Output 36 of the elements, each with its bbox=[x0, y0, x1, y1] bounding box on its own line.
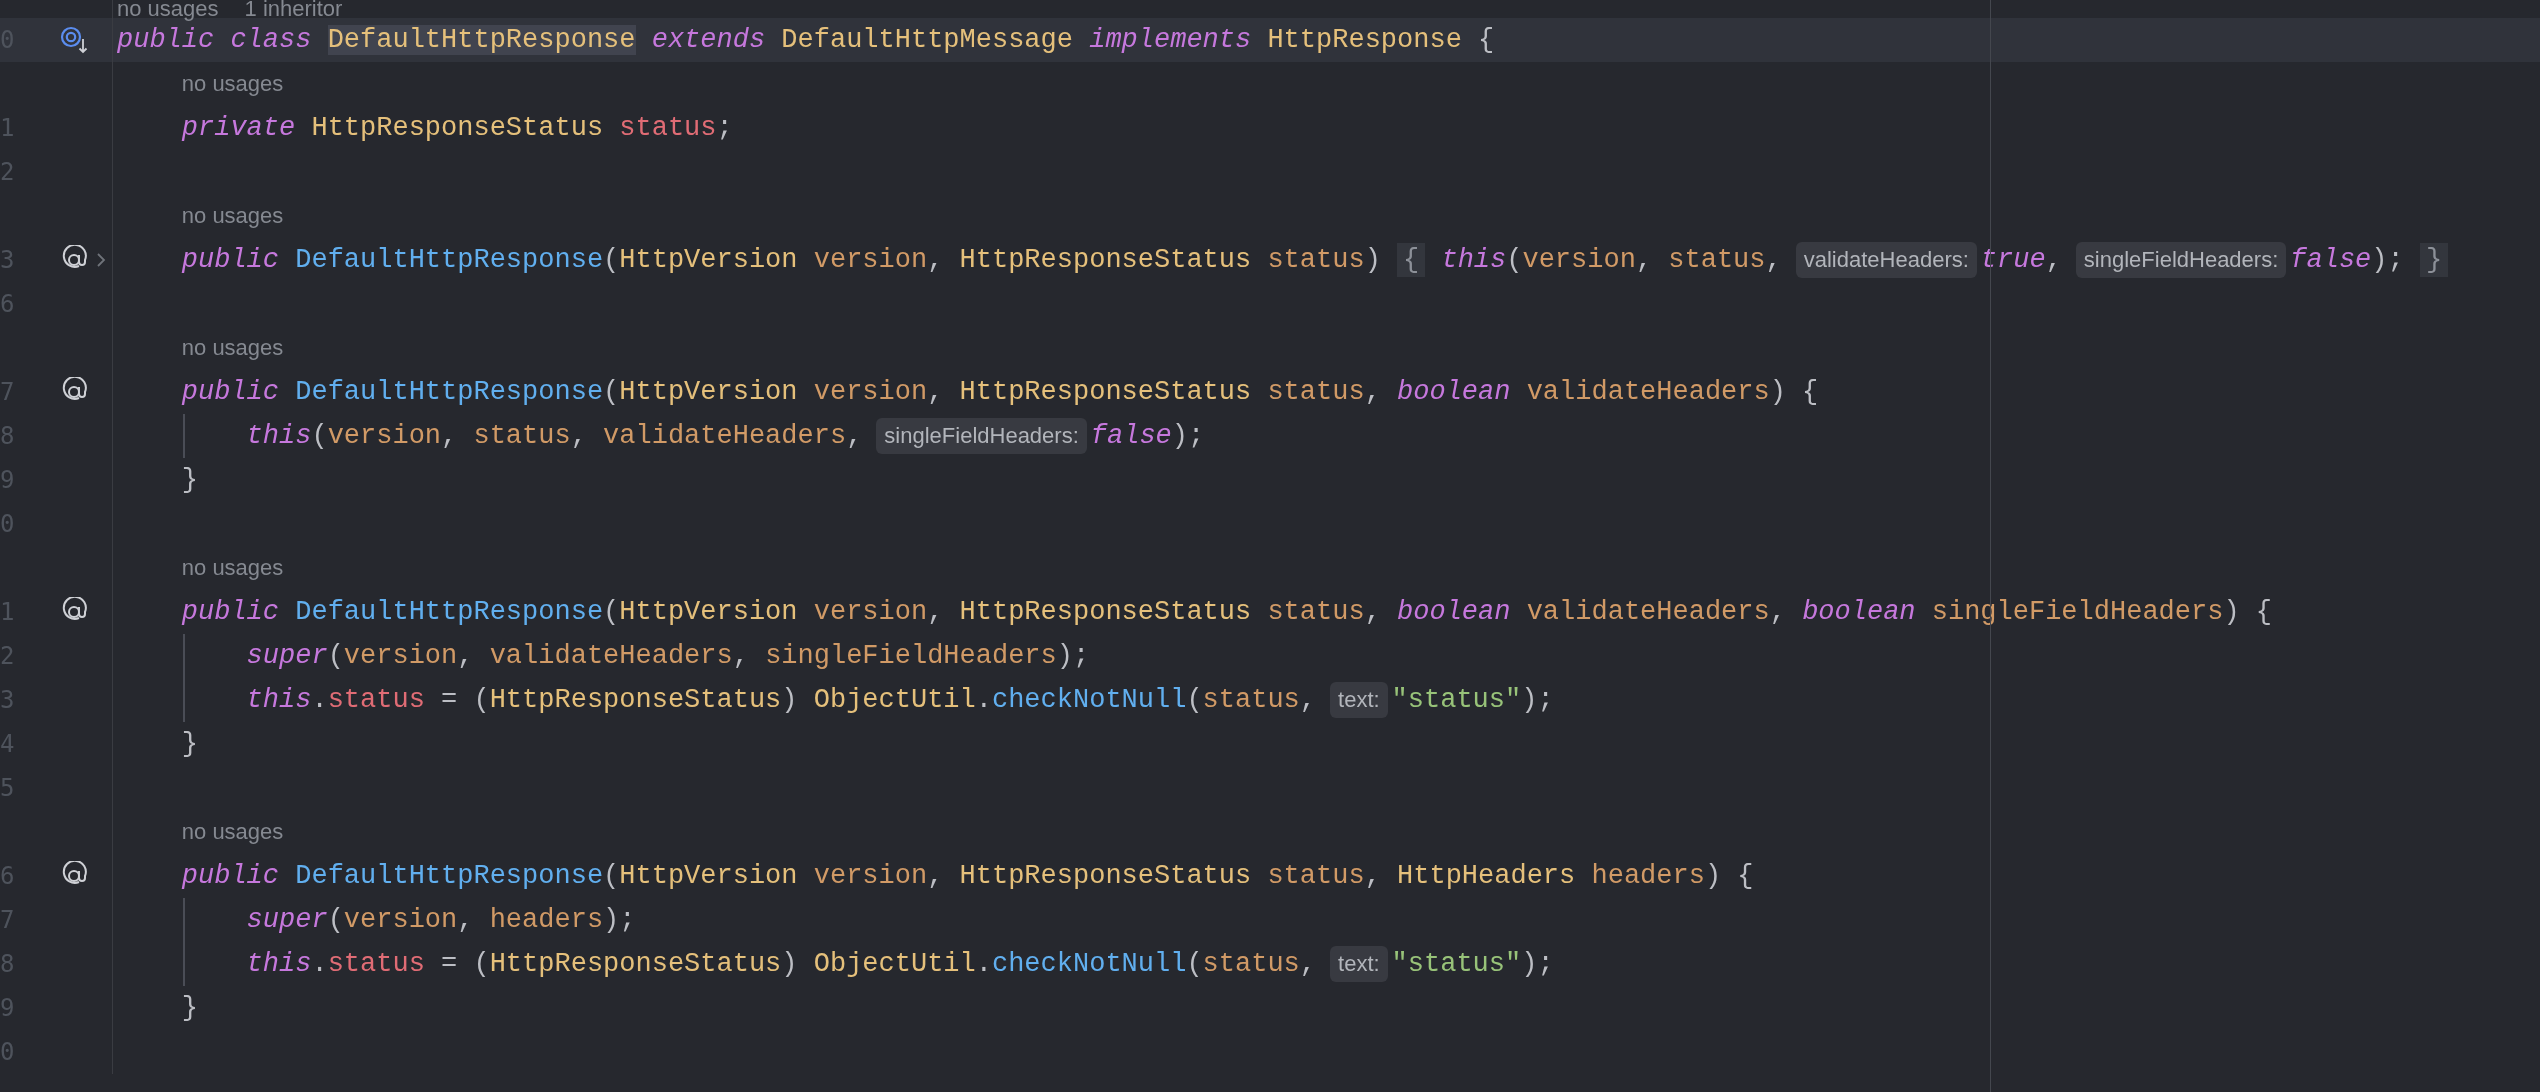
code-text: } bbox=[180, 728, 198, 761]
usage-hint[interactable]: no usages bbox=[181, 73, 284, 95]
code-text: super(version, validateHeaders, singleFieldHeaders); bbox=[245, 640, 1090, 673]
code-text: this(version, status, validateHeaders, bbox=[245, 420, 863, 453]
usage-hint[interactable]: 1 inheritor bbox=[244, 0, 343, 20]
chevron-right-icon[interactable] bbox=[96, 252, 106, 268]
code-text: "status"); bbox=[1391, 948, 1554, 981]
code-text: public DefaultHttpResponse(HttpVersion version, HttpResponseStatus status, boolean validateHeaders, boolean singleFieldHeaders) { bbox=[180, 596, 2272, 629]
code-text: false); bbox=[1090, 420, 1205, 453]
parameter-hint: singleFieldHeaders: bbox=[876, 418, 1087, 454]
code-text: true, bbox=[1980, 244, 2062, 277]
folded-code[interactable]: } bbox=[2419, 243, 2449, 277]
usage-hint[interactable]: no usages bbox=[117, 0, 219, 20]
usage-hint[interactable]: no usages bbox=[181, 205, 284, 227]
parameter-hint: singleFieldHeaders: bbox=[2075, 242, 2287, 278]
code-text: super(version, headers); bbox=[245, 904, 636, 937]
code-text: this(version, status, bbox=[1440, 244, 1782, 277]
parameter-hint: validateHeaders: bbox=[1795, 242, 1977, 278]
usage-hint[interactable]: no usages bbox=[181, 821, 284, 843]
code-text: public class DefaultHttpResponse extends DefaultHttpMessage implements HttpResponse { bbox=[117, 24, 1495, 57]
code-text: false); bbox=[2290, 244, 2405, 277]
parameter-hint: text: bbox=[1330, 946, 1388, 982]
code-text: this.status = (HttpResponseStatus) ObjectUtil.checkNotNull(status, bbox=[245, 684, 1317, 717]
code-text: private HttpResponseStatus status; bbox=[180, 112, 733, 145]
parameter-hint: text: bbox=[1330, 682, 1388, 718]
code-text: } bbox=[180, 464, 198, 497]
implemented-icon[interactable] bbox=[59, 25, 89, 55]
code-text: public DefaultHttpResponse(HttpVersion version, HttpResponseStatus status, HttpHeaders headers) { bbox=[180, 860, 1754, 893]
usage-hint[interactable]: no usages bbox=[181, 557, 284, 579]
code-text: public DefaultHttpResponse(HttpVersion version, HttpResponseStatus status, boolean validateHeaders) { bbox=[180, 376, 1819, 409]
usage-hint[interactable]: no usages bbox=[181, 337, 284, 359]
folded-code[interactable]: { bbox=[1397, 243, 1426, 277]
code-text: } bbox=[180, 992, 198, 1025]
code-text: public DefaultHttpResponse(HttpVersion version, HttpResponseStatus status) bbox=[180, 244, 1382, 277]
code-text: this.status = (HttpResponseStatus) ObjectUtil.checkNotNull(status, bbox=[245, 948, 1317, 981]
code-text: "status"); bbox=[1391, 684, 1554, 717]
